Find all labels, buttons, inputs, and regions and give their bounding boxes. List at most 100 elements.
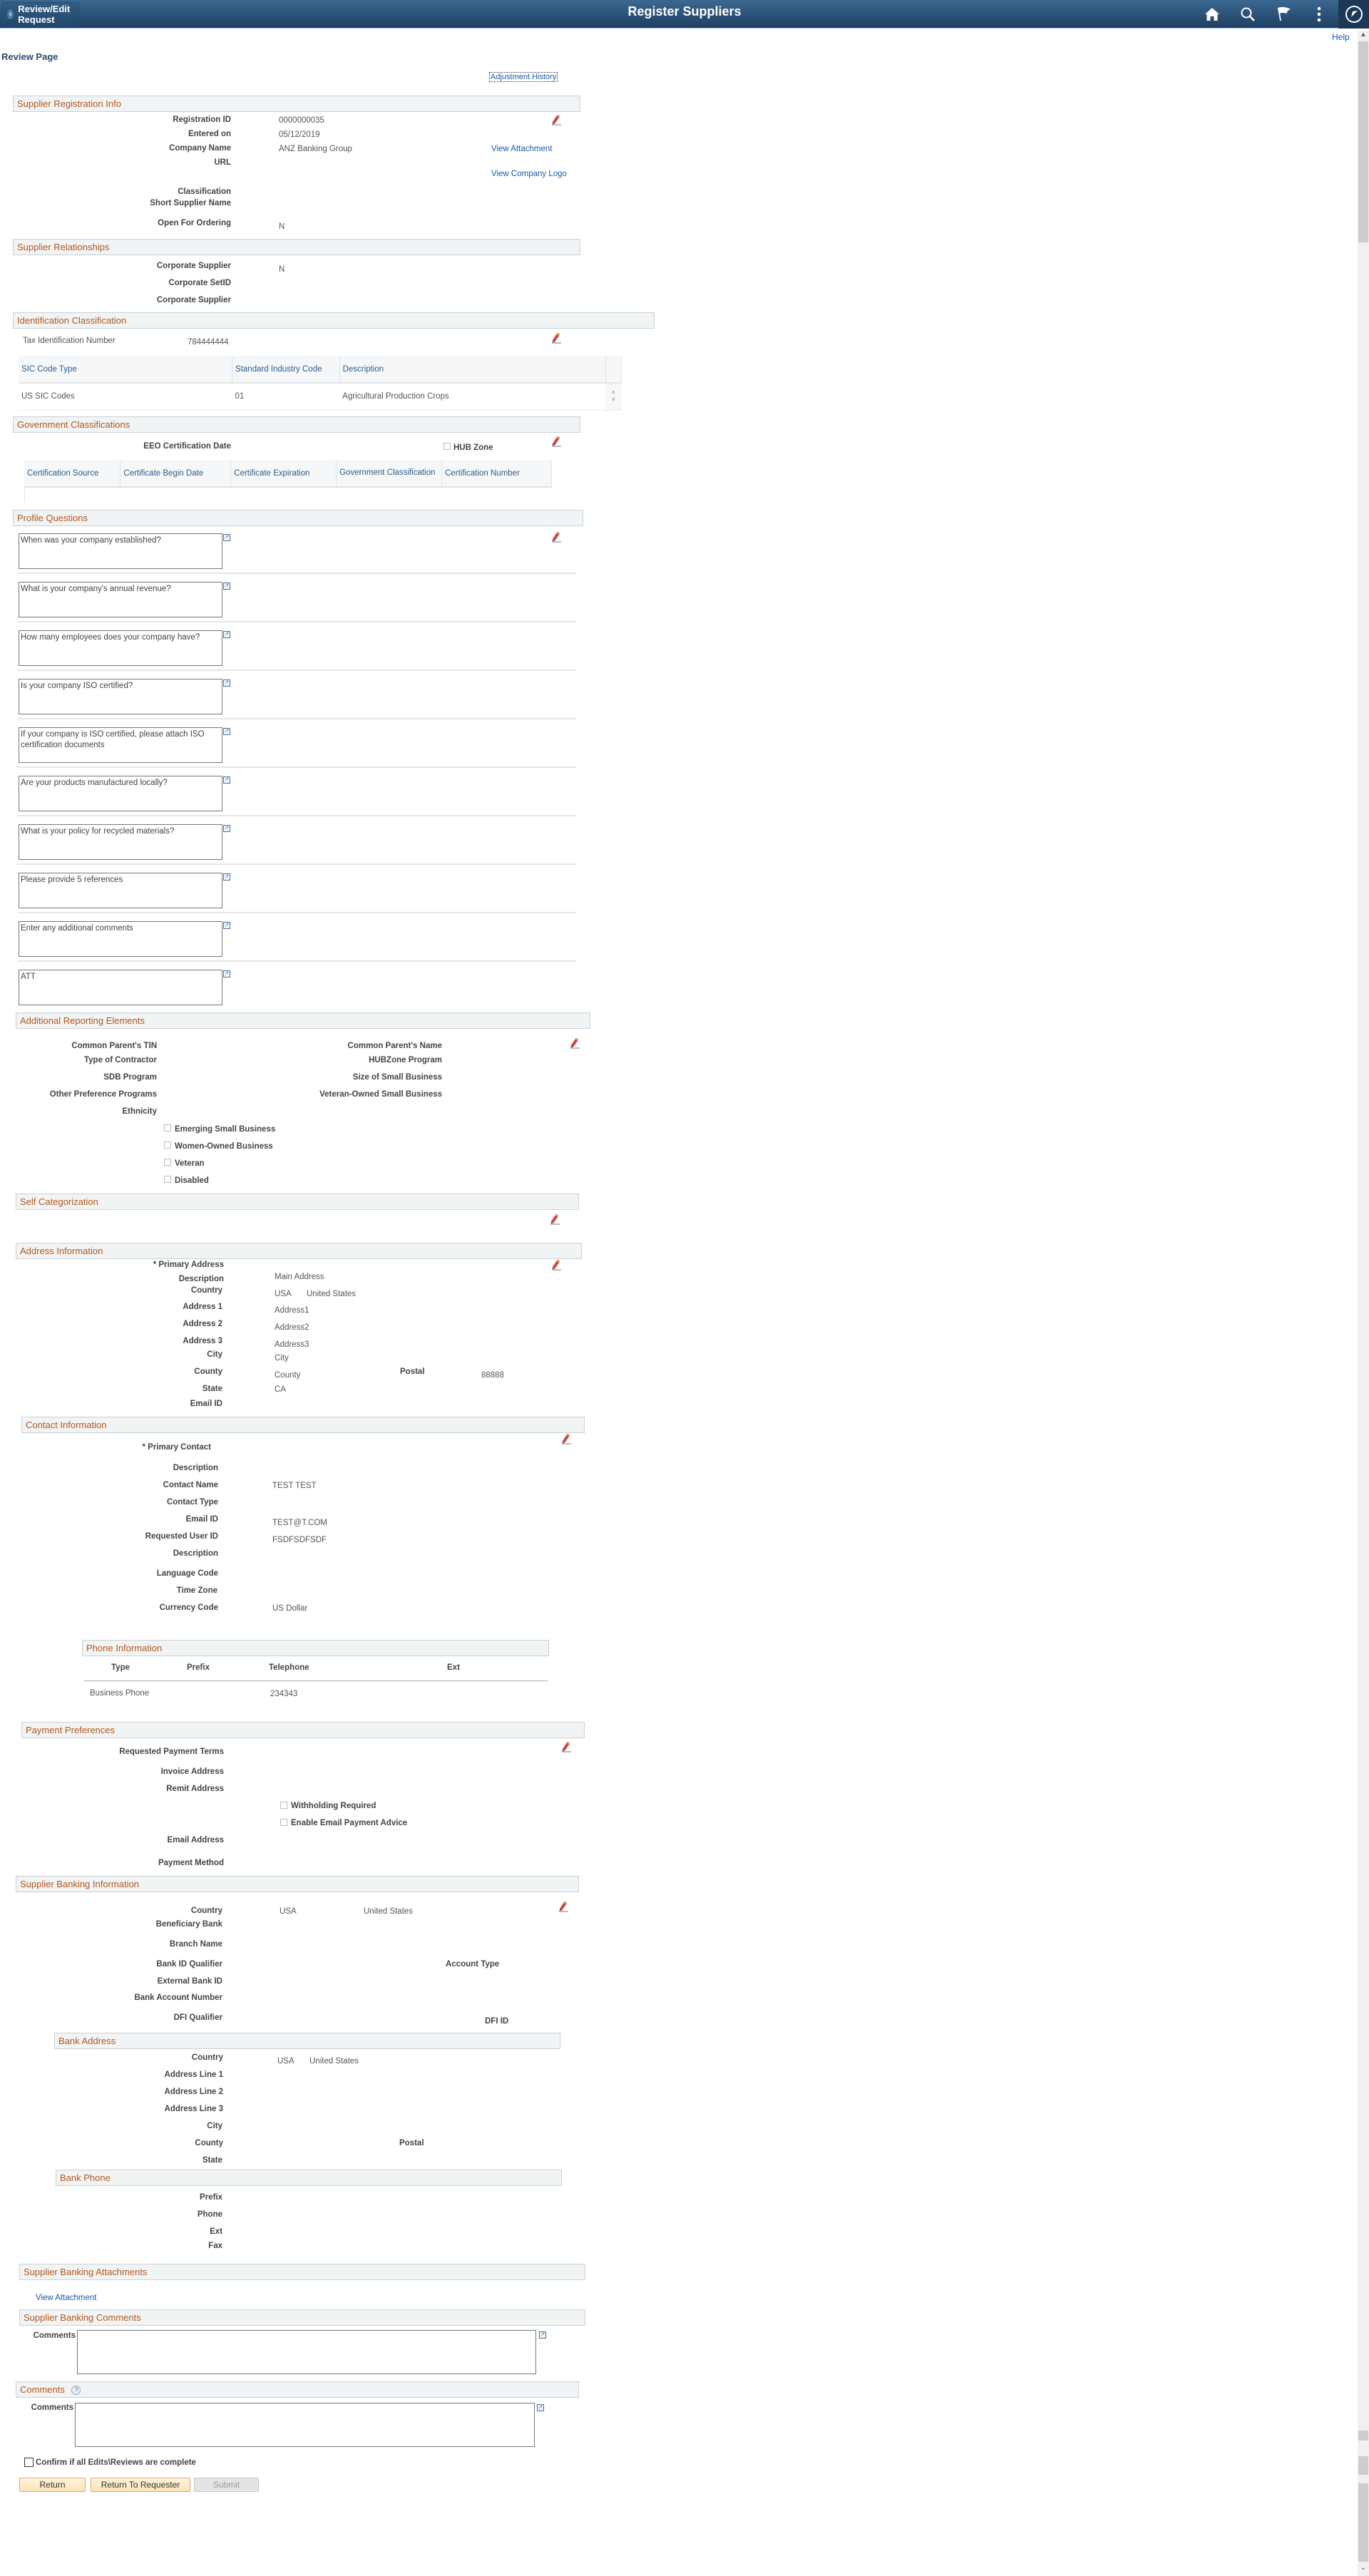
vertical-scrollbar[interactable] [1358, 31, 1369, 2576]
expand-icon[interactable]: ↗ [223, 970, 230, 977]
banking-comments-textarea[interactable] [77, 2330, 536, 2374]
profile-answer-textarea[interactable] [19, 533, 222, 569]
expand-icon[interactable]: ↗ [223, 631, 230, 638]
label-email-address: Email Address [167, 1836, 224, 1844]
edit-icon[interactable] [550, 332, 562, 344]
profile-answer-textarea[interactable] [19, 630, 222, 666]
view-attachment-link[interactable]: View Attachment [491, 145, 552, 153]
enable-email-payment-advice-checkbox[interactable] [280, 1819, 287, 1826]
expand-icon[interactable]: ↗ [223, 873, 230, 881]
label-remit-address: Remit Address [166, 1785, 224, 1793]
help-question-icon[interactable]: ? [71, 2386, 81, 2396]
confirm-checkbox[interactable] [24, 2458, 34, 2467]
label-bank-account-number: Bank Account Number [134, 1993, 222, 2002]
scrollbar-marker [1358, 2456, 1368, 2475]
label-payment-method: Payment Method [158, 1859, 224, 1867]
label-user-description: Description [173, 1549, 218, 1558]
label-requested-user-id: Requested User ID [145, 1532, 218, 1541]
value-entered-on: 05/12/2019 [279, 130, 320, 139]
section-contact-information: Contact Information [21, 1417, 585, 1433]
section-identification-classification: Identification Classification [13, 312, 655, 329]
more-options-icon[interactable] [1308, 3, 1330, 26]
label-corporate-supplier-2: Corporate Supplier [156, 296, 231, 304]
profile-answer-textarea[interactable] [19, 921, 222, 957]
profile-answer-textarea[interactable] [19, 873, 222, 908]
label-url: URL [214, 158, 231, 167]
profile-answer-textarea[interactable] [19, 824, 222, 860]
home-icon[interactable] [1201, 3, 1224, 26]
edit-icon[interactable] [549, 1213, 560, 1225]
label-sdb-program: SDB Program [103, 1073, 157, 1082]
value-city: City [275, 1354, 289, 1363]
value-currency-code: US Dollar [272, 1604, 308, 1613]
hub-zone-checkbox[interactable] [443, 443, 451, 450]
value-tax-identification-number: 784444444 [188, 338, 229, 347]
profile-answer-textarea[interactable] [19, 776, 222, 811]
label-bank-country: Country [190, 1907, 222, 1915]
scrollbar-thumb[interactable] [1358, 41, 1368, 242]
return-button[interactable]: Return [19, 2478, 86, 2492]
cell-standard-industry-code: 01 [232, 383, 340, 411]
value-county: County [275, 1371, 301, 1380]
women-owned-business-checkbox[interactable] [164, 1141, 171, 1149]
value-bank-country-name: United States [364, 1907, 414, 1916]
edit-icon[interactable] [560, 1433, 572, 1444]
certification-table: Certification Source Certificate Begin D… [24, 460, 552, 488]
value-bank-address-country-name: United States [309, 2057, 359, 2066]
profile-answer-textarea[interactable] [19, 679, 222, 714]
cell-phone-type: Business Phone [90, 1689, 150, 1698]
adjustment-history-link[interactable]: Adjustment History [489, 72, 558, 82]
edit-icon[interactable] [550, 436, 562, 447]
label-bank-ext: Ext [210, 2227, 222, 2236]
edit-icon[interactable] [558, 1901, 569, 1912]
expand-icon[interactable]: ↗ [539, 2331, 546, 2339]
view-company-logo-link[interactable]: View Company Logo [491, 170, 567, 178]
scroll-down-icon[interactable]: ⌄ [1358, 2564, 1369, 2574]
row-scroll-arrows-icon[interactable]: ˄ ˅ [605, 383, 622, 411]
label-comments: Comments [31, 2403, 73, 2412]
disabled-label: Disabled [175, 1176, 209, 1185]
expand-icon[interactable]: ↗ [223, 728, 230, 735]
value-country-name: United States [307, 1290, 357, 1298]
profile-answer-textarea[interactable] [19, 970, 222, 1005]
comments-textarea[interactable] [75, 2403, 535, 2447]
expand-icon[interactable]: ↗ [223, 583, 230, 590]
label-bank-postal: Postal [399, 2139, 424, 2147]
profile-answer-textarea[interactable] [19, 727, 222, 763]
expand-icon[interactable]: ↗ [223, 922, 230, 929]
return-to-requester-button[interactable]: Return To Requester [91, 2478, 190, 2492]
label-email-id: Email ID [190, 1400, 222, 1408]
submit-button[interactable]: Submit [194, 2478, 259, 2492]
navbar-button[interactable] [1338, 0, 1369, 29]
flag-icon[interactable] [1273, 3, 1296, 26]
edit-icon[interactable] [569, 1037, 580, 1049]
edit-icon[interactable] [560, 1741, 572, 1753]
label-other-preference-programs: Other Preference Programs [49, 1090, 157, 1099]
view-attachment-link[interactable]: View Attachment [36, 2294, 96, 2302]
value-registration-id: 0000000035 [279, 116, 324, 125]
edit-icon[interactable] [550, 114, 562, 125]
value-country-code: USA [275, 1290, 292, 1298]
edit-icon[interactable] [550, 1259, 562, 1271]
disabled-checkbox[interactable] [164, 1176, 171, 1183]
search-icon[interactable] [1236, 3, 1259, 26]
expand-icon[interactable]: ↗ [537, 2404, 544, 2411]
value-company-name: ANZ Banking Group [279, 145, 352, 153]
hub-zone-label: HUB Zone [453, 443, 493, 452]
edit-icon[interactable] [550, 531, 562, 543]
label-common-parents-tin: Common Parent's TIN [71, 1042, 157, 1050]
scrollbar-marker [1358, 2431, 1368, 2441]
withholding-required-checkbox[interactable] [280, 1802, 287, 1809]
scroll-up-icon[interactable]: ▲ [1358, 31, 1369, 41]
veteran-checkbox[interactable] [164, 1159, 171, 1166]
expand-icon[interactable]: ↗ [223, 825, 230, 832]
emerging-small-business-checkbox[interactable] [164, 1124, 171, 1132]
expand-icon[interactable]: ↗ [223, 776, 230, 784]
label-external-bank-id: External Bank ID [157, 1977, 222, 1986]
expand-icon[interactable]: ↗ [223, 679, 230, 687]
help-link[interactable]: Help [1332, 32, 1350, 42]
value-bank-address-country-code: USA [277, 2057, 294, 2066]
profile-answer-textarea[interactable] [19, 582, 222, 617]
label-hubzone-program: HUBZone Program [369, 1056, 442, 1064]
expand-icon[interactable]: ↗ [223, 534, 230, 541]
